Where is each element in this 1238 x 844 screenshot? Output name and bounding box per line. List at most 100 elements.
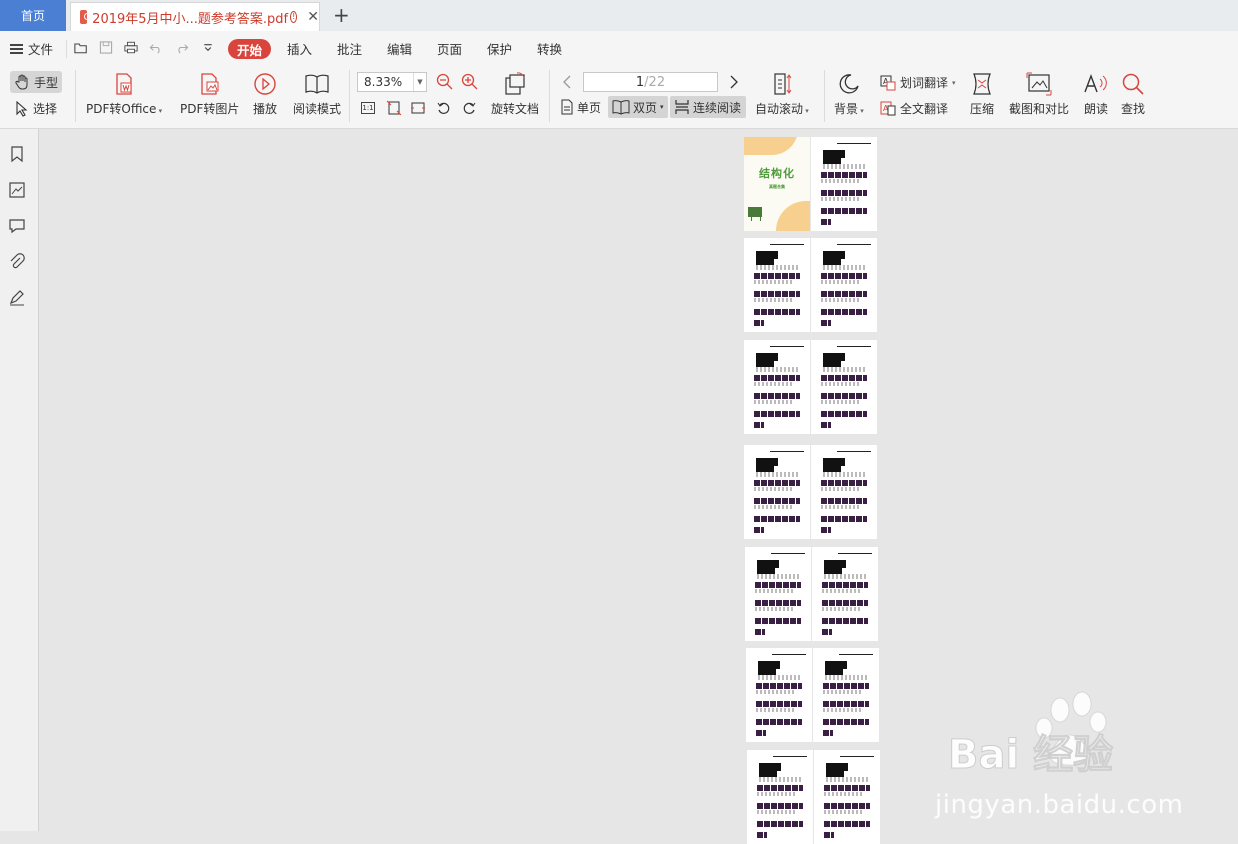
pdf-to-office-label: PDF转Office xyxy=(86,102,157,116)
book-icon xyxy=(305,74,329,94)
ribbon-toolbar: 手型 选择 PDF转Office ▾ PDF转图片 播放 阅读模式 8.33% … xyxy=(0,66,1238,129)
read-aloud-button[interactable]: 朗读 xyxy=(1083,72,1109,117)
word-translate-label: 划词翻译 xyxy=(900,76,949,90)
pdf-to-image-button[interactable]: PDF转图片 xyxy=(180,72,239,117)
redo-icon[interactable] xyxy=(175,41,189,54)
double-page-button[interactable]: 双页 ▾ xyxy=(608,96,668,118)
page-thumbnail[interactable] xyxy=(813,648,879,742)
double-page-label: 双页 xyxy=(633,100,658,115)
read-aloud-label: 朗读 xyxy=(1083,102,1108,116)
previous-page-icon[interactable] xyxy=(562,74,572,90)
menu-tab-protect[interactable]: 保护 xyxy=(487,39,512,58)
menu-bar: 文件 开始 插入 批注 编辑 页面 保护 转换 xyxy=(0,31,1238,66)
auto-scroll-button[interactable]: 自动滚动 ▾ xyxy=(755,72,809,117)
hand-tool-label: 手型 xyxy=(34,75,59,90)
page-thumbnail[interactable] xyxy=(811,238,877,332)
bookmark-icon[interactable] xyxy=(8,145,26,163)
page-thumbnail[interactable] xyxy=(812,547,878,641)
page-thumbnail-cover[interactable]: 结构化 真题合集 xyxy=(744,137,810,231)
hand-tool-button[interactable]: 手型 xyxy=(10,71,62,93)
tab-home[interactable]: 首页 xyxy=(0,0,66,31)
file-menu-label: 文件 xyxy=(28,42,54,57)
watermark-brand: Bai 经验 xyxy=(948,732,1113,778)
zoom-in-icon[interactable] xyxy=(461,73,479,91)
single-page-button[interactable]: 单页 xyxy=(556,96,605,118)
chevron-down-icon: ▼ xyxy=(413,73,426,91)
zoom-level-select[interactable]: 8.33% ▼ xyxy=(357,72,427,92)
compress-button[interactable]: 压缩 xyxy=(970,72,994,117)
screenshot-compare-label: 截图和对比 xyxy=(1009,102,1070,116)
read-aloud-icon xyxy=(1084,74,1107,93)
warning-icon: ! xyxy=(290,11,298,23)
page-thumbnail[interactable] xyxy=(744,340,810,434)
page-thumbnail[interactable] xyxy=(811,445,877,539)
tab-document[interactable]: 2019年5月中小...题参考答案.pdf ! ✕ xyxy=(70,2,320,31)
menu-tab-annotate[interactable]: 批注 xyxy=(337,39,362,58)
menu-tab-page[interactable]: 页面 xyxy=(437,39,462,58)
new-tab-button[interactable]: + xyxy=(333,3,350,27)
rotate-document-label: 旋转文档 xyxy=(491,102,540,116)
page-thumbnail[interactable] xyxy=(744,445,810,539)
page-thumbnail[interactable] xyxy=(811,137,877,231)
customize-dropdown-icon[interactable] xyxy=(201,41,215,54)
fit-width-icon[interactable] xyxy=(410,100,426,116)
open-folder-icon[interactable] xyxy=(74,41,88,54)
attachment-icon[interactable] xyxy=(8,253,26,271)
find-button[interactable]: 查找 xyxy=(1121,72,1145,117)
blackboard-icon xyxy=(748,207,762,221)
menu-tab-start[interactable]: 开始 xyxy=(228,39,271,59)
page-thumbnail[interactable] xyxy=(745,547,811,641)
actual-size-button[interactable]: 1:1 xyxy=(361,102,375,114)
menu-tab-insert[interactable]: 插入 xyxy=(287,39,312,58)
next-page-icon[interactable] xyxy=(729,74,739,90)
continuous-reading-button[interactable]: 连续阅读 xyxy=(670,96,746,118)
search-icon xyxy=(1122,73,1144,95)
moon-icon xyxy=(839,74,859,94)
play-button[interactable]: 播放 xyxy=(253,72,277,117)
thumbnail-icon[interactable] xyxy=(8,181,26,199)
continuous-reading-icon xyxy=(675,100,689,114)
continuous-reading-label: 连续阅读 xyxy=(693,100,742,115)
rotate-left-icon[interactable] xyxy=(436,100,452,116)
zoom-level-value: 8.33% xyxy=(364,75,403,89)
pdf-to-office-button[interactable]: PDF转Office ▾ xyxy=(86,72,162,117)
page-thumbnail[interactable] xyxy=(746,648,812,742)
page-thumbnail[interactable] xyxy=(747,750,813,844)
comment-icon[interactable] xyxy=(8,217,26,235)
menu-tab-convert[interactable]: 转换 xyxy=(537,39,562,58)
page-thumbnail[interactable] xyxy=(814,750,880,844)
read-mode-label: 阅读模式 xyxy=(293,102,342,116)
compress-label: 压缩 xyxy=(970,102,995,116)
page-thumbnail[interactable] xyxy=(744,238,810,332)
rotate-right-icon[interactable] xyxy=(461,100,477,116)
signature-icon[interactable] xyxy=(8,289,26,307)
select-tool-button[interactable]: 选择 xyxy=(15,100,57,117)
zoom-out-icon[interactable] xyxy=(436,73,454,91)
print-icon[interactable] xyxy=(124,41,138,54)
full-translate-icon: A xyxy=(880,101,896,115)
file-menu[interactable]: 文件 xyxy=(10,39,53,58)
background-button[interactable]: 背景 ▾ xyxy=(834,72,864,117)
close-tab-icon[interactable]: ✕ xyxy=(307,9,319,25)
full-translate-button[interactable]: A 全文翻译 xyxy=(880,100,948,117)
screenshot-compare-button[interactable]: 截图和对比 xyxy=(1009,72,1069,117)
tab-bar: 首页 2019年5月中小...题参考答案.pdf ! ✕ + xyxy=(0,0,1238,32)
single-page-icon xyxy=(561,99,573,115)
undo-icon[interactable] xyxy=(149,41,163,54)
cover-subtitle: 真题合集 xyxy=(769,184,785,189)
play-label: 播放 xyxy=(253,102,278,116)
background-label: 背景 xyxy=(834,102,859,116)
page-thumbnail[interactable] xyxy=(811,340,877,434)
page-number-input[interactable]: 1/22 xyxy=(583,72,718,92)
fit-page-icon[interactable] xyxy=(386,100,402,116)
save-icon[interactable] xyxy=(99,41,113,54)
pdf-to-office-icon xyxy=(116,73,132,95)
pdf-file-icon xyxy=(80,10,91,24)
rotate-document-button[interactable]: 旋转文档 xyxy=(491,72,539,117)
read-mode-button[interactable]: 阅读模式 xyxy=(293,72,341,117)
cursor-arrow-icon xyxy=(16,100,28,117)
single-page-label: 单页 xyxy=(577,100,602,115)
word-translate-button[interactable]: A 划词翻译 ▾ xyxy=(880,74,956,91)
menu-tab-edit[interactable]: 编辑 xyxy=(387,39,412,58)
pdf-to-image-icon xyxy=(201,73,219,95)
